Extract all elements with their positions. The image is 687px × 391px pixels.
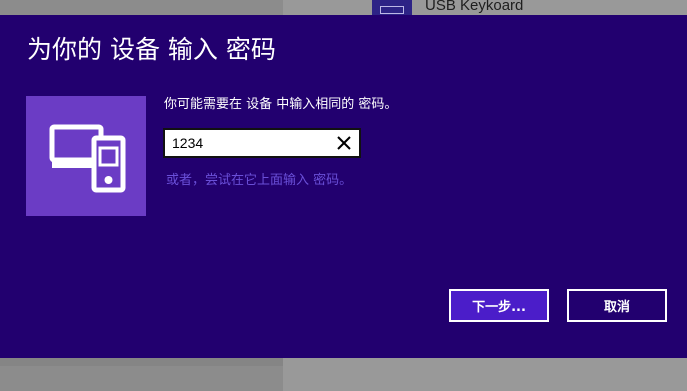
background-device-label: USB Keykoard xyxy=(425,0,524,14)
instruction-text: 你可能需要在 设备 中输入相同的 密码。 xyxy=(164,97,398,112)
pin-input[interactable] xyxy=(172,133,322,153)
alt-instruction-text: 或者，尝试在它上面输入 密码。 xyxy=(166,173,353,188)
keyboard-icon xyxy=(372,0,412,15)
background-panel-bottom-left xyxy=(0,366,283,391)
pairing-dialog: 为你的 设备 输入 密码 你可能需要在 设备 中输入相同的 密码。 或者，尝试在… xyxy=(0,15,687,358)
background-device-item: USB Keykoard xyxy=(372,0,523,15)
clear-button[interactable] xyxy=(333,133,355,153)
background-panel-bottom-right xyxy=(283,358,687,391)
dialog-title: 为你的 设备 输入 密码 xyxy=(27,35,276,64)
device-tile xyxy=(26,96,146,216)
cancel-button[interactable]: 取消 xyxy=(567,289,667,322)
background-panel-left xyxy=(0,0,283,15)
pin-field xyxy=(163,128,361,158)
next-button[interactable]: 下一步... xyxy=(449,289,549,322)
close-icon xyxy=(337,136,351,150)
devices-icon xyxy=(49,124,126,193)
